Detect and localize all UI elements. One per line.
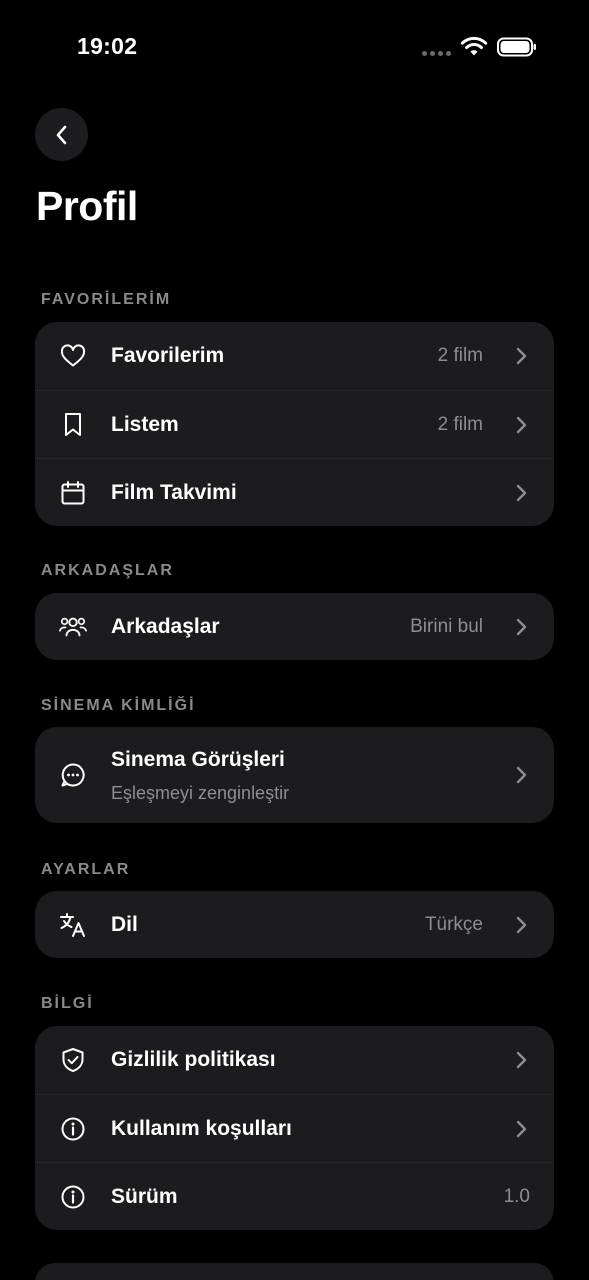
chat-bubble-icon	[59, 761, 87, 789]
back-button[interactable]	[35, 108, 88, 161]
row-label: Gizlilik politikası	[111, 1048, 276, 1071]
chevron-left-icon	[56, 125, 66, 144]
signal-icon	[422, 51, 451, 56]
row-value: 2 film	[437, 345, 483, 366]
cinema-card: Sinema Görüşleri Eşleşmeyi zenginleştir	[35, 727, 554, 823]
row-label: Sürüm	[111, 1184, 178, 1208]
settings-card: Dil Türkçe	[35, 891, 554, 958]
bookmark-icon	[59, 411, 87, 439]
favorites-card: Favorilerim 2 film Listem 2 film Film Ta…	[35, 322, 554, 526]
wifi-icon	[460, 36, 488, 56]
info-icon	[59, 1183, 87, 1211]
row-label: Sinema Görüşleri	[111, 748, 285, 771]
section-header-info: BİLGİ	[41, 995, 94, 1012]
chevron-right-icon	[516, 347, 527, 365]
row-friends[interactable]: Arkadaşlar Birini bul	[35, 593, 554, 660]
chevron-right-icon	[516, 916, 527, 933]
friends-icon	[59, 613, 87, 641]
chevron-right-icon	[516, 484, 527, 501]
friends-card: Arkadaşlar Birini bul	[35, 593, 554, 660]
section-header-settings: AYARLAR	[41, 861, 131, 878]
shield-check-icon	[59, 1046, 87, 1074]
row-label: Listem	[111, 412, 179, 436]
chevron-right-icon	[516, 1051, 527, 1069]
section-header-friends: ARKADAŞLAR	[41, 562, 174, 579]
row-subtitle: Eşleşmeyi zenginleştir	[111, 783, 290, 803]
chevron-right-icon	[516, 618, 527, 635]
translate-icon	[59, 911, 87, 939]
heart-icon	[59, 342, 87, 370]
info-icon	[59, 1115, 87, 1143]
row-list[interactable]: Listem 2 film	[35, 390, 554, 458]
row-cinema-opinions[interactable]: Sinema Görüşleri Eşleşmeyi zenginleştir	[35, 727, 554, 823]
row-favorites[interactable]: Favorilerim 2 film	[35, 322, 554, 390]
section-header-cinema-identity: SİNEMA KİMLİĞİ	[41, 697, 196, 714]
row-label: Film Takvimi	[111, 480, 237, 504]
row-label: Arkadaşlar	[111, 614, 220, 638]
row-label: Kullanım koşulları	[111, 1116, 292, 1140]
row-value: 2 film	[437, 413, 483, 435]
chevron-right-icon	[516, 416, 527, 433]
section-header-favorites: FAVORİLERİM	[41, 291, 172, 308]
bottom-card-partial[interactable]	[35, 1263, 554, 1280]
row-privacy-policy[interactable]: Gizlilik politikası	[35, 1026, 554, 1094]
row-terms-of-use[interactable]: Kullanım koşulları	[35, 1094, 554, 1162]
chevron-right-icon	[516, 766, 527, 784]
status-bar: 19:02	[0, 0, 589, 96]
row-label: Dil	[111, 912, 138, 936]
chevron-right-icon	[516, 1120, 527, 1137]
row-label: Favorilerim	[111, 344, 225, 367]
row-version: Sürüm 1.0	[35, 1162, 554, 1230]
calendar-icon	[59, 479, 87, 507]
row-language[interactable]: Dil Türkçe	[35, 891, 554, 958]
page-title: Profil	[36, 183, 138, 229]
row-value: Birini bul	[410, 615, 483, 637]
info-card: Gizlilik politikası Kullanım koşulları S…	[35, 1026, 554, 1230]
status-time: 19:02	[77, 33, 138, 59]
row-value: Türkçe	[424, 913, 483, 935]
row-film-calendar[interactable]: Film Takvimi	[35, 458, 554, 526]
version-value: 1.0	[503, 1185, 530, 1207]
battery-icon	[497, 37, 536, 57]
